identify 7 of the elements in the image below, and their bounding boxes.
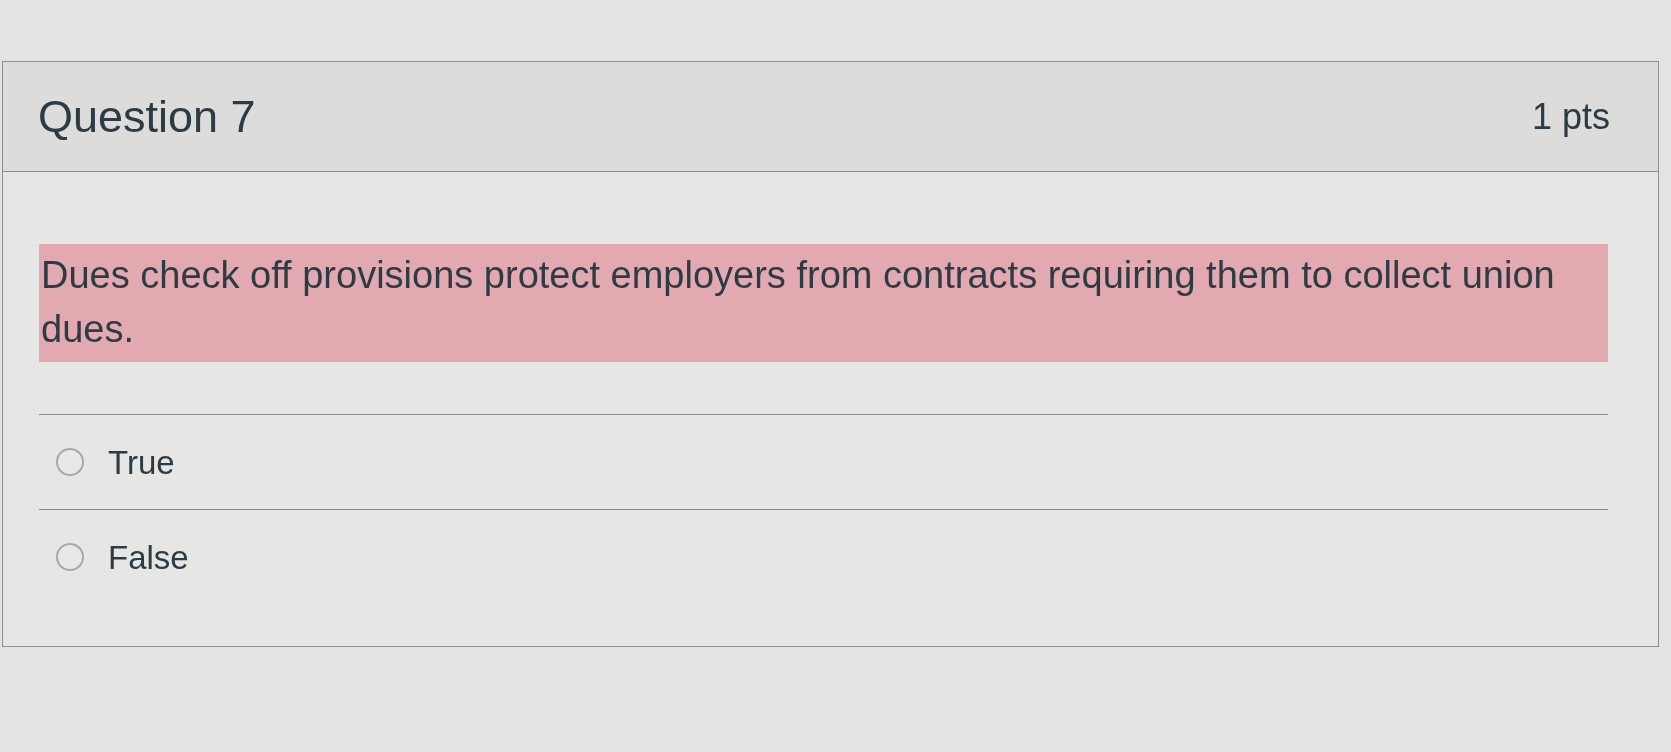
points-label: 1 pts [1531, 98, 1610, 135]
answer-label: False [108, 540, 189, 574]
radio-button[interactable] [56, 448, 84, 476]
question-text: Dues check off provisions protect employers from contracts requiring them to collect union dues. [39, 244, 1608, 362]
question-title: Question 7 [38, 94, 256, 139]
answer-label: True [108, 445, 175, 479]
radio-button[interactable] [56, 543, 84, 571]
